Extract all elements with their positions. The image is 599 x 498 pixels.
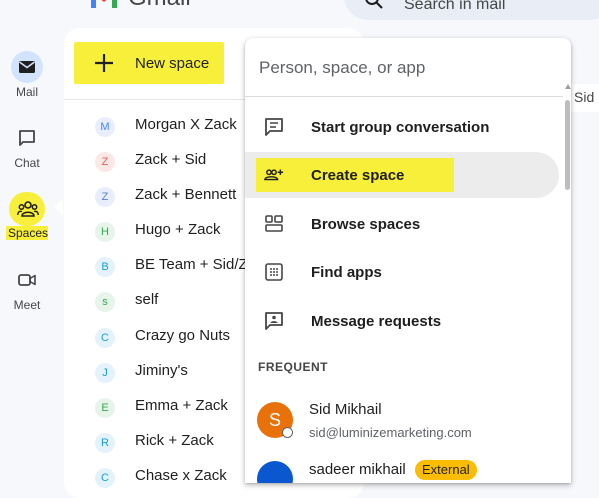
gmail-logo-icon [91, 0, 117, 8]
message-requests-item[interactable]: Message requests [245, 298, 563, 344]
create-space-item[interactable]: Create space [245, 152, 559, 198]
mail-icon [19, 61, 35, 73]
space-name: self [135, 291, 159, 308]
chat-icon [19, 130, 35, 146]
find-apps-item[interactable]: Find apps [245, 249, 563, 295]
group-conversation-icon [265, 118, 283, 136]
start-group-conversation-item[interactable]: Start group conversation [245, 104, 563, 150]
spaces-icon-wrap [9, 192, 45, 226]
contact-name: Sid Mikhail [309, 401, 382, 418]
space-name: Crazy go Nuts [135, 327, 231, 344]
space-name: Zack + Sid [135, 151, 207, 168]
space-avatar: C [95, 468, 115, 488]
create-space-label: Create space [311, 167, 405, 184]
top-bar: Gmail Search in mail [0, 0, 599, 28]
create-space-icon [264, 169, 284, 181]
rail-label-chat: Chat [14, 156, 40, 170]
new-space-button[interactable]: New space [74, 42, 224, 84]
rail-item-mail[interactable]: Mail [0, 51, 54, 99]
space-avatar: B [95, 257, 115, 277]
search-bar[interactable]: Search in mail [344, 0, 599, 20]
contact-sadeer-mikhail[interactable]: sadeer mikhail External [245, 460, 563, 483]
browse-spaces-label: Browse spaces [311, 216, 421, 233]
message-requests-icon [265, 312, 283, 330]
app-brand: Gmail [128, 0, 191, 12]
scroll-up-arrow-icon[interactable] [565, 84, 571, 89]
frequent-heading: FREQUENT [258, 360, 328, 374]
space-avatar: H [95, 222, 115, 242]
rail-item-meet[interactable]: Meet [0, 264, 54, 312]
main-menu-icon[interactable] [16, 0, 38, 6]
rail-label-mail: Mail [15, 85, 38, 99]
rail-item-chat[interactable]: Chat [0, 122, 54, 170]
space-name: BE Team + Sid/Z [135, 256, 248, 273]
space-avatar: R [95, 433, 115, 453]
message-requests-label: Message requests [311, 313, 442, 330]
presence-status-icon [282, 427, 293, 438]
rail-label-spaces: Spaces [6, 226, 49, 240]
avatar [257, 461, 293, 483]
space-avatar: C [95, 328, 115, 348]
space-name: Hugo + Zack [135, 221, 221, 238]
space-avatar: J [95, 363, 115, 383]
rail-label-meet: Meet [13, 298, 41, 312]
start-group-conversation-label: Start group conversation [311, 119, 490, 136]
apps-grid-icon [265, 263, 283, 281]
dropdown-scrollbar-thumb[interactable] [565, 100, 570, 190]
space-avatar: s [95, 292, 115, 312]
space-avatar: E [95, 398, 115, 418]
space-name: Zack + Bennett [135, 186, 237, 203]
external-badge: External [415, 460, 477, 480]
contact-sid-mikhail[interactable]: S Sid Mikhail sid@luminizemarketing.com [245, 394, 563, 450]
meet-icon-wrap [11, 264, 43, 296]
space-name: Emma + Zack [135, 397, 228, 414]
space-name: Morgan X Zack [135, 116, 237, 133]
search-placeholder: Search in mail [404, 0, 506, 13]
spaces-icon [17, 201, 39, 217]
mail-icon-wrap [11, 51, 43, 83]
space-name: Jiminy's [135, 362, 188, 379]
person-space-app-input[interactable]: Person, space, or app [245, 38, 571, 97]
plus-icon [95, 54, 113, 72]
chat-icon-wrap [11, 122, 43, 154]
new-space-label: New space [135, 55, 210, 72]
space-name: Rick + Zack [135, 432, 214, 449]
browse-spaces-icon [265, 215, 283, 232]
contact-email: sid@luminizemarketing.com [309, 425, 472, 440]
background-chat-title: Sid [574, 89, 595, 105]
rail-item-spaces[interactable]: Spaces [0, 192, 54, 240]
space-name: Chase x Zack [135, 467, 227, 484]
find-apps-label: Find apps [311, 264, 382, 281]
space-avatar: Z [95, 187, 115, 207]
space-avatar: M [95, 117, 115, 137]
space-avatar: Z [95, 152, 115, 172]
contact-name: sadeer mikhail [309, 461, 406, 478]
meet-icon [18, 274, 36, 286]
browse-spaces-item[interactable]: Browse spaces [245, 201, 563, 247]
new-chat-dropdown: Person, space, or app Start group conver… [245, 38, 571, 483]
search-icon[interactable] [364, 0, 384, 10]
input-placeholder: Person, space, or app [259, 58, 426, 77]
rail-active-notch [54, 199, 63, 215]
background-chat-header: Sid [568, 84, 599, 112]
